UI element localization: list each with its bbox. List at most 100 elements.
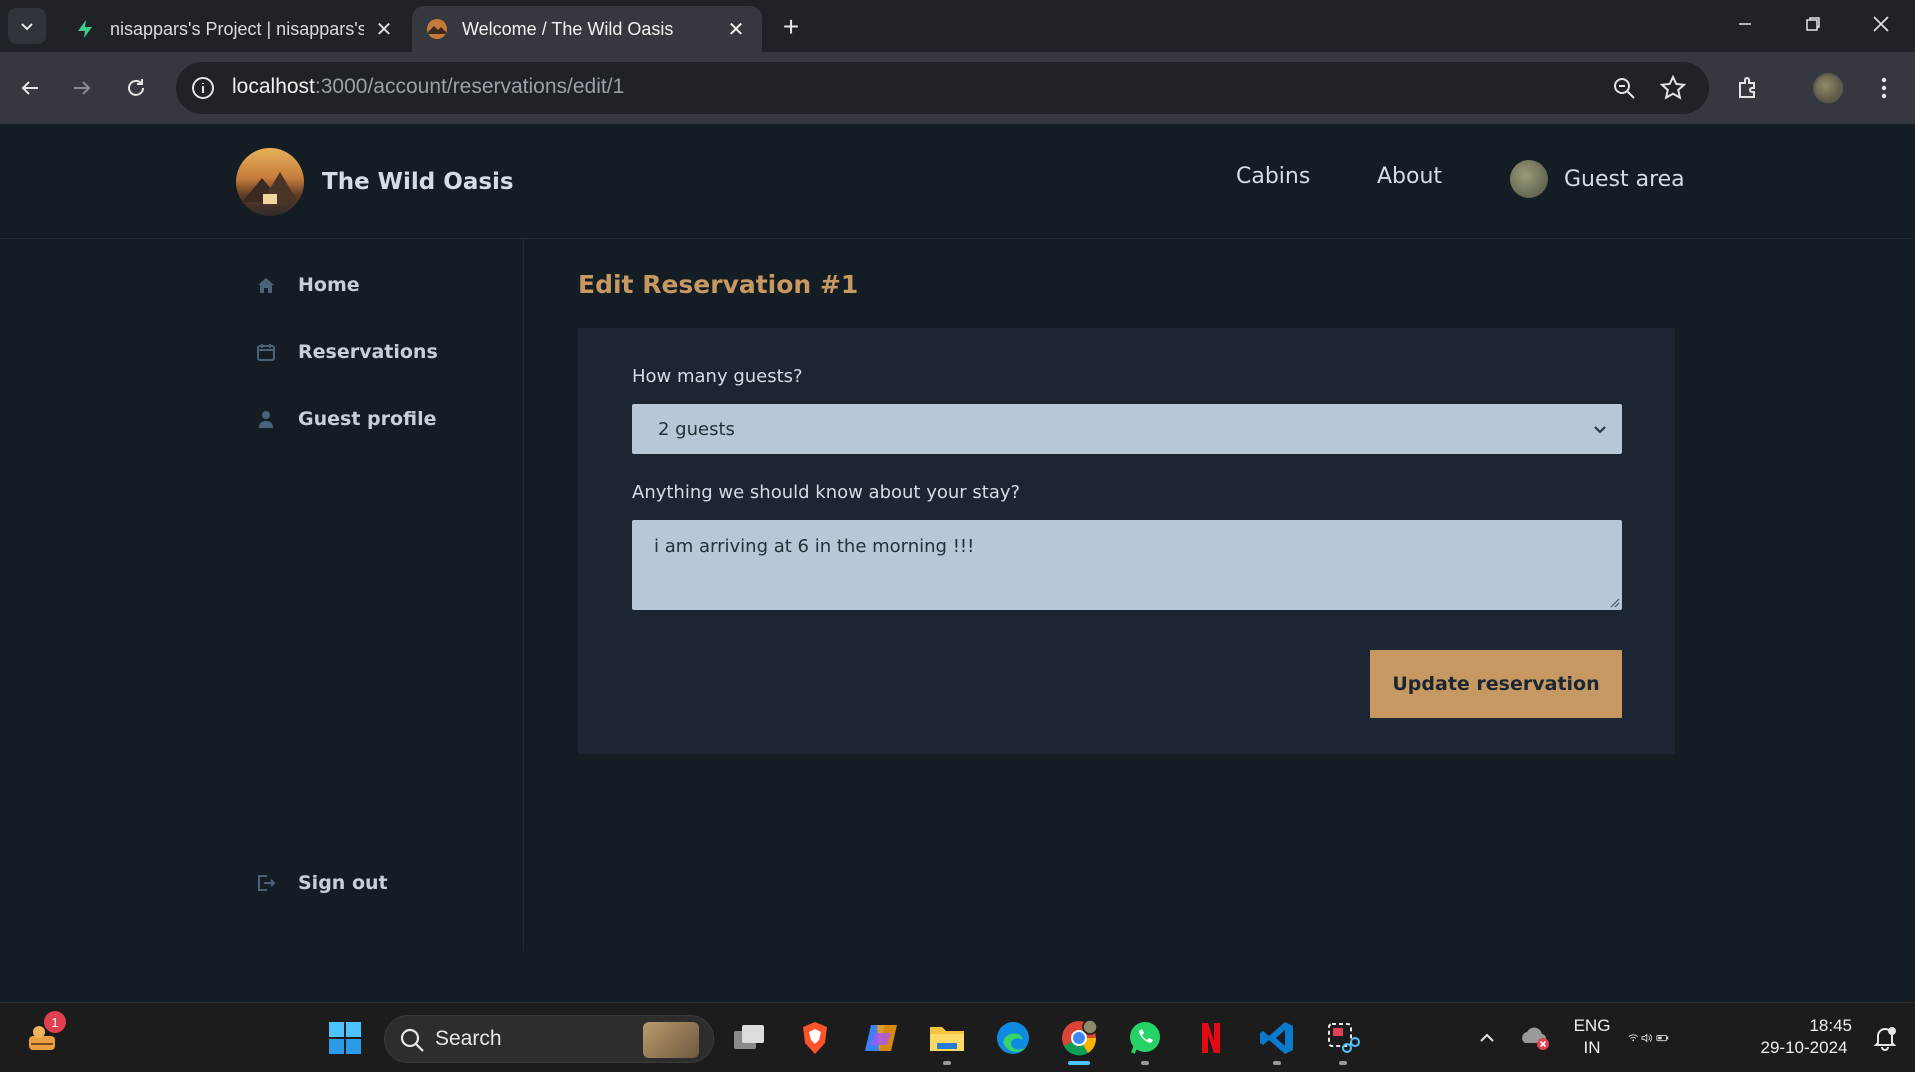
new-tab-button[interactable]: + <box>774 10 808 44</box>
address-bar[interactable]: localhost:3000/account/reservations/edit… <box>176 62 1709 114</box>
edit-reservation-form: How many guests? 2 guests Anything we sh… <box>578 328 1675 754</box>
widgets-button[interactable]: 1 <box>22 1011 66 1059</box>
calendar-icon <box>254 340 278 364</box>
close-tab-icon[interactable]: ✕ <box>372 17 396 41</box>
restore-icon <box>1806 17 1820 31</box>
profile-button[interactable] <box>1808 68 1848 108</box>
observations-value: i am arriving at 6 in the morning !!! <box>654 536 975 557</box>
start-button[interactable] <box>324 1017 366 1059</box>
bookmark-star-icon[interactable] <box>1659 74 1687 102</box>
zoom-icon[interactable] <box>1610 74 1638 102</box>
notifications-button[interactable] <box>1864 1017 1906 1059</box>
quick-settings-icons <box>1628 1033 1669 1043</box>
volume-icon <box>1641 1033 1652 1043</box>
copilot-icon <box>865 1025 897 1051</box>
file-explorer-app[interactable] <box>926 1017 968 1065</box>
minimize-button[interactable] <box>1720 6 1770 42</box>
language-indicator[interactable]: ENG IN <box>1570 1015 1614 1059</box>
extensions-button[interactable] <box>1728 68 1768 108</box>
arrow-right-icon <box>74 81 91 95</box>
nav-about-label: About <box>1377 164 1443 189</box>
edge-icon <box>997 1022 1029 1054</box>
reload-icon <box>128 79 144 96</box>
chevron-down-icon <box>1594 426 1606 434</box>
search-label: Search <box>435 1027 502 1050</box>
sidebar-item-guest-profile[interactable]: Guest profile <box>254 407 437 431</box>
site-info-icon[interactable] <box>190 75 216 101</box>
close-window-button[interactable] <box>1856 6 1906 42</box>
sign-out-button[interactable]: Sign out <box>254 871 388 895</box>
update-reservation-button[interactable]: Update reservation <box>1370 650 1622 718</box>
page-title: Edit Reservation #1 <box>578 270 859 299</box>
site-logo-link[interactable]: The Wild Oasis <box>236 148 514 216</box>
copilot-app[interactable] <box>860 1017 902 1059</box>
vscode-app[interactable] <box>1256 1017 1298 1065</box>
observations-textarea[interactable]: i am arriving at 6 in the morning !!! <box>632 520 1622 610</box>
browser-toolbar: localhost:3000/account/reservations/edit… <box>0 52 1915 124</box>
sidebar-item-home[interactable]: Home <box>254 273 360 297</box>
onedrive-status[interactable] <box>1514 1017 1556 1059</box>
taskbar-search[interactable]: Search <box>384 1015 714 1063</box>
whatsapp-app[interactable] <box>1124 1017 1166 1065</box>
tab-search-button[interactable] <box>8 8 46 44</box>
windows-taskbar: 1 Search ENG IN 18:45 29-10-2024 <box>0 1002 1915 1072</box>
running-indicator <box>1141 1061 1149 1065</box>
clock-time: 18:45 <box>1809 1016 1852 1035</box>
region-code: IN <box>1583 1038 1601 1057</box>
netflix-icon <box>1202 1023 1220 1053</box>
nav-about[interactable]: About <box>1377 164 1442 189</box>
show-hidden-icons-button[interactable] <box>1466 1017 1508 1059</box>
network-volume-battery[interactable] <box>1628 1017 1670 1059</box>
chrome-app[interactable] <box>1058 1017 1100 1065</box>
chevron-up-icon <box>1480 1033 1494 1042</box>
forward-button[interactable] <box>62 68 102 108</box>
clock-date: 29-10-2024 <box>1760 1038 1848 1057</box>
observations-label: Anything we should know about your stay? <box>632 482 1021 503</box>
nav-cabins[interactable]: Cabins <box>1236 164 1310 189</box>
folder-icon <box>930 1027 964 1051</box>
nav-guest-area-label: Guest area <box>1564 166 1685 192</box>
close-icon <box>1873 16 1889 32</box>
resize-handle-icon[interactable] <box>1608 596 1620 608</box>
brave-app[interactable] <box>794 1017 836 1059</box>
sign-out-icon <box>254 871 278 895</box>
chevron-down-icon <box>21 23 33 31</box>
url-text[interactable]: localhost:3000/account/reservations/edit… <box>232 75 624 99</box>
browser-tab-project[interactable]: nisappars's Project | nisappars's ✕ <box>60 6 410 52</box>
back-button[interactable] <box>10 68 50 108</box>
url-host: localhost <box>232 75 315 98</box>
avatar <box>1813 73 1843 103</box>
nav-guest-area[interactable]: Guest area <box>1510 160 1685 198</box>
notification-badge: 1 <box>44 1011 66 1033</box>
restore-button[interactable] <box>1788 6 1838 42</box>
running-indicator <box>1273 1061 1281 1065</box>
close-tab-icon[interactable]: ✕ <box>724 17 748 41</box>
browser-tab-wild-oasis[interactable]: Welcome / The Wild Oasis ✕ <box>412 6 762 52</box>
netflix-app[interactable] <box>1190 1017 1232 1059</box>
wild-oasis-favicon-icon <box>426 18 448 40</box>
language-code: ENG <box>1573 1016 1611 1035</box>
sidebar-item-label: Guest profile <box>298 408 437 430</box>
sidebar-item-reservations[interactable]: Reservations <box>254 340 438 364</box>
site-header: The Wild Oasis Cabins About Guest area <box>0 124 1915 239</box>
arrow-left-icon <box>21 81 38 95</box>
bell-icon <box>1873 1027 1897 1051</box>
sidebar-item-label: Home <box>298 274 360 296</box>
minimize-icon <box>1739 23 1751 25</box>
search-icon <box>400 1028 424 1052</box>
edge-app[interactable] <box>992 1017 1034 1059</box>
puzzle-icon <box>1739 77 1755 98</box>
url-path: :3000/account/reservations/edit/1 <box>314 75 625 98</box>
guests-select[interactable]: 2 guests <box>632 404 1622 454</box>
tab-title: Welcome / The Wild Oasis <box>462 18 674 39</box>
task-view-button[interactable] <box>728 1017 770 1059</box>
browser-menu-button[interactable] <box>1864 68 1904 108</box>
clock[interactable]: 18:45 29-10-2024 <box>1752 1015 1856 1059</box>
browser-tab-strip: nisappars's Project | nisappars's ✕ Welc… <box>0 0 1915 52</box>
supabase-icon <box>74 18 96 40</box>
cloud-error-icon <box>1522 1027 1549 1050</box>
reload-button[interactable] <box>116 68 156 108</box>
snipping-tool-app[interactable] <box>1322 1017 1364 1065</box>
running-indicator <box>943 1061 951 1065</box>
guest-avatar <box>1510 160 1548 198</box>
